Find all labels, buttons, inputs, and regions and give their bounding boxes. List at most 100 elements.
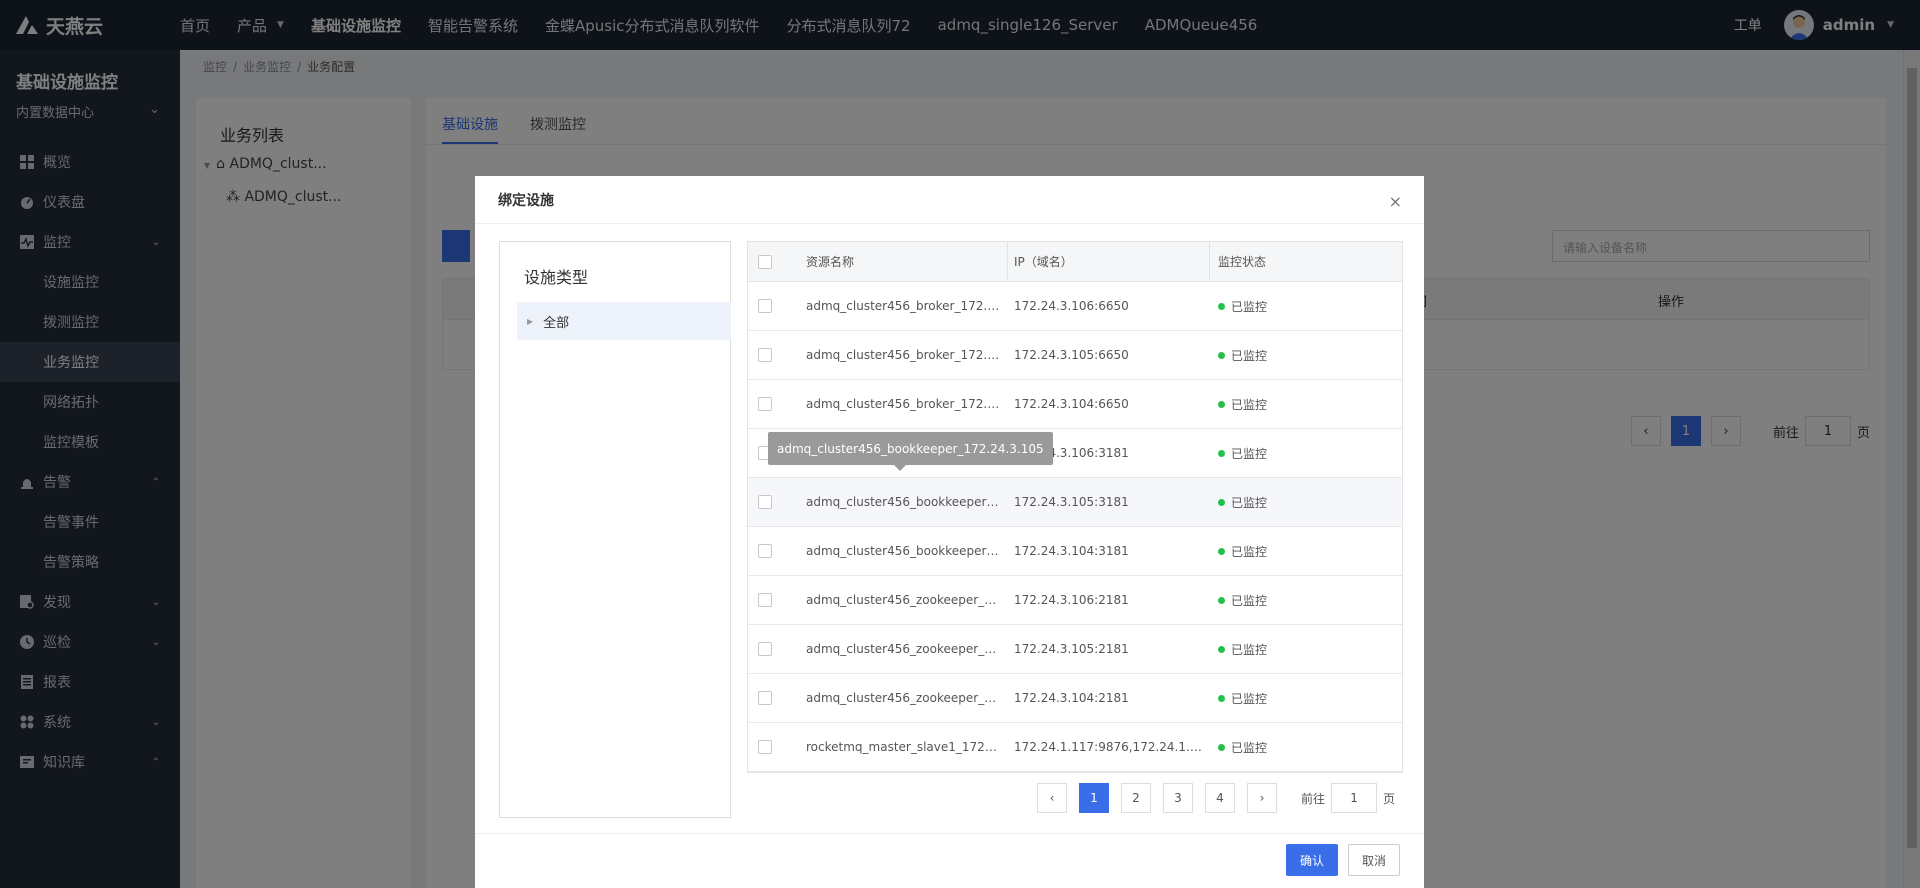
status-dot-icon bbox=[1218, 743, 1225, 751]
status-text: 已监控 bbox=[1231, 740, 1268, 755]
goto-page-input[interactable]: 1 bbox=[1331, 783, 1378, 813]
monitor-status-cell: 已监控 bbox=[1210, 445, 1402, 462]
select-all-checkbox[interactable] bbox=[758, 254, 772, 269]
table-row[interactable]: admq_cluster456_bookkeeper_172.24.3.104 1… bbox=[748, 527, 1402, 576]
table-row[interactable]: admq_cluster456_broker_172.24.3.106 172.2… bbox=[748, 282, 1402, 331]
status-text: 已监控 bbox=[1231, 397, 1268, 412]
row-select-cell bbox=[748, 642, 806, 656]
row-checkbox[interactable] bbox=[758, 299, 772, 313]
resource-ip-cell: 172.24.3.104:2181 bbox=[1014, 691, 1129, 705]
resource-ip-cell: 172.24.3.106:2181 bbox=[1014, 593, 1129, 607]
table-row[interactable]: admq_cluster456_broker_172.24.3.104 172.2… bbox=[748, 380, 1402, 429]
table-row[interactable]: admq_cluster456_zookeeper_172.24.3.105 17… bbox=[748, 625, 1402, 674]
resource-ip-cell: 172.24.1.117:9876,172.24.1.118:9876 bbox=[1014, 740, 1210, 754]
status-dot-icon bbox=[1218, 694, 1225, 702]
resource-table: 资源名称 IP（域名） 监控状态 admq_cluster456_broker_… bbox=[747, 241, 1403, 773]
status-text: 已监控 bbox=[1231, 495, 1268, 510]
resource-name-cell: admq_cluster456_zookeeper_172.24.3.104 bbox=[806, 691, 1008, 705]
monitor-status-cell: 已监控 bbox=[1210, 690, 1402, 707]
page-unit-label: 页 bbox=[1383, 791, 1396, 806]
close-icon[interactable]: × bbox=[1389, 192, 1402, 211]
row-checkbox[interactable] bbox=[758, 691, 772, 705]
status-dot-icon bbox=[1218, 400, 1225, 408]
status-dot-icon bbox=[1218, 596, 1225, 604]
status-text: 已监控 bbox=[1231, 299, 1268, 314]
dialog-pagination: ‹ 1 2 3 4 › 前往 1 页 bbox=[1037, 783, 1395, 813]
resource-name-cell: admq_cluster456_broker_172.24.3.104 bbox=[806, 397, 1008, 411]
resource-name-cell: admq_cluster456_bookkeeper_172.24.3.105 bbox=[806, 495, 1008, 509]
status-text: 已监控 bbox=[1231, 348, 1268, 363]
resource-name-tooltip: admq_cluster456_bookkeeper_172.24.3.105 bbox=[768, 432, 1053, 471]
resource-name-cell: admq_cluster456_broker_172.24.3.106 bbox=[806, 299, 1008, 313]
row-checkbox[interactable] bbox=[758, 593, 772, 607]
row-checkbox[interactable] bbox=[758, 348, 772, 362]
row-select-cell bbox=[748, 544, 806, 558]
resource-ip-cell: 172.24.3.105:2181 bbox=[1014, 642, 1129, 656]
type-tree-item-all[interactable]: ▶ 全部 bbox=[517, 302, 731, 340]
monitor-status-cell: 已监控 bbox=[1210, 298, 1402, 315]
table-row[interactable]: admq_cluster456_zookeeper_172.24.3.104 17… bbox=[748, 674, 1402, 723]
status-text: 已监控 bbox=[1231, 446, 1268, 461]
row-checkbox[interactable] bbox=[758, 740, 772, 754]
caret-right-icon: ▶ bbox=[527, 316, 534, 326]
next-page-button[interactable]: › bbox=[1247, 783, 1277, 813]
row-checkbox[interactable] bbox=[758, 495, 772, 509]
resource-name-cell: admq_cluster456_zookeeper_172.24.3.105 bbox=[806, 642, 1008, 656]
resource-ip-cell: 172.24.3.106:6650 bbox=[1014, 299, 1129, 313]
resource-ip-cell: 172.24.3.105:6650 bbox=[1014, 348, 1129, 362]
table-header: 资源名称 IP（域名） 监控状态 bbox=[748, 241, 1402, 282]
status-dot-icon bbox=[1218, 547, 1225, 555]
prev-page-button[interactable]: ‹ bbox=[1037, 783, 1067, 813]
row-checkbox[interactable] bbox=[758, 544, 772, 558]
monitor-status-cell: 已监控 bbox=[1210, 396, 1402, 413]
resource-name-cell: admq_cluster456_broker_172.24.3.105 bbox=[806, 348, 1008, 362]
status-dot-icon bbox=[1218, 645, 1225, 653]
status-text: 已监控 bbox=[1231, 593, 1268, 608]
row-select-cell bbox=[748, 348, 806, 362]
row-select-cell bbox=[748, 593, 806, 607]
table-row[interactable]: admq_cluster456_broker_172.24.3.105 172.2… bbox=[748, 331, 1402, 380]
monitor-status-cell: 已监控 bbox=[1210, 592, 1402, 609]
type-tree-label: 全部 bbox=[543, 315, 570, 331]
goto-label: 前往 bbox=[1301, 791, 1326, 806]
column-header-ip: IP（域名） bbox=[1008, 241, 1210, 282]
status-dot-icon bbox=[1218, 302, 1225, 310]
page-button-2[interactable]: 2 bbox=[1121, 783, 1151, 813]
select-all-cell bbox=[748, 254, 806, 269]
row-select-cell bbox=[748, 299, 806, 313]
resource-ip-cell: 172.24.3.104:6650 bbox=[1014, 397, 1129, 411]
cancel-button[interactable]: 取消 bbox=[1348, 844, 1400, 876]
status-text: 已监控 bbox=[1231, 691, 1268, 706]
table-row[interactable]: admq_cluster456_zookeeper_172.24.3.106 17… bbox=[748, 576, 1402, 625]
monitor-status-cell: 已监控 bbox=[1210, 543, 1402, 560]
page-button-3[interactable]: 3 bbox=[1163, 783, 1193, 813]
page-button-1[interactable]: 1 bbox=[1079, 783, 1109, 813]
resource-ip-cell: 172.24.3.104:3181 bbox=[1014, 544, 1129, 558]
monitor-status-cell: 已监控 bbox=[1210, 641, 1402, 658]
row-checkbox[interactable] bbox=[758, 397, 772, 411]
resource-ip-cell: 172.24.3.105:3181 bbox=[1014, 495, 1129, 509]
row-select-cell bbox=[748, 397, 806, 411]
bind-facility-dialog: 绑定设施 × 设施类型 ▶ 全部 资源名称 IP（域名） 监控状态 admq_cl… bbox=[475, 176, 1424, 888]
status-dot-icon bbox=[1218, 449, 1225, 457]
resource-name-cell: admq_cluster456_zookeeper_172.24.3.106 bbox=[806, 593, 1008, 607]
table-row[interactable]: rocketmq_master_slave1_172.24.1.117 172.2… bbox=[748, 723, 1402, 772]
monitor-status-cell: 已监控 bbox=[1210, 494, 1402, 511]
column-header-status: 监控状态 bbox=[1218, 255, 1267, 269]
resource-name-cell: admq_cluster456_bookkeeper_172.24.3.104 bbox=[806, 544, 1008, 558]
status-dot-icon bbox=[1218, 498, 1225, 506]
row-select-cell bbox=[748, 691, 806, 705]
resource-name-cell: rocketmq_master_slave1_172.24.1.117 bbox=[806, 740, 1008, 754]
row-select-cell bbox=[748, 740, 806, 754]
confirm-button[interactable]: 确认 bbox=[1286, 844, 1338, 876]
status-dot-icon bbox=[1218, 351, 1225, 359]
table-row[interactable]: admq_cluster456_bookkeeper_172.24.3.105 1… bbox=[748, 478, 1402, 527]
dialog-footer: 确认 取消 bbox=[475, 833, 1424, 888]
row-select-cell bbox=[748, 495, 806, 509]
dialog-title: 绑定设施 bbox=[475, 176, 1424, 224]
status-text: 已监控 bbox=[1231, 642, 1268, 657]
page-button-4[interactable]: 4 bbox=[1205, 783, 1235, 813]
row-checkbox[interactable] bbox=[758, 642, 772, 656]
status-text: 已监控 bbox=[1231, 544, 1268, 559]
monitor-status-cell: 已监控 bbox=[1210, 739, 1402, 756]
